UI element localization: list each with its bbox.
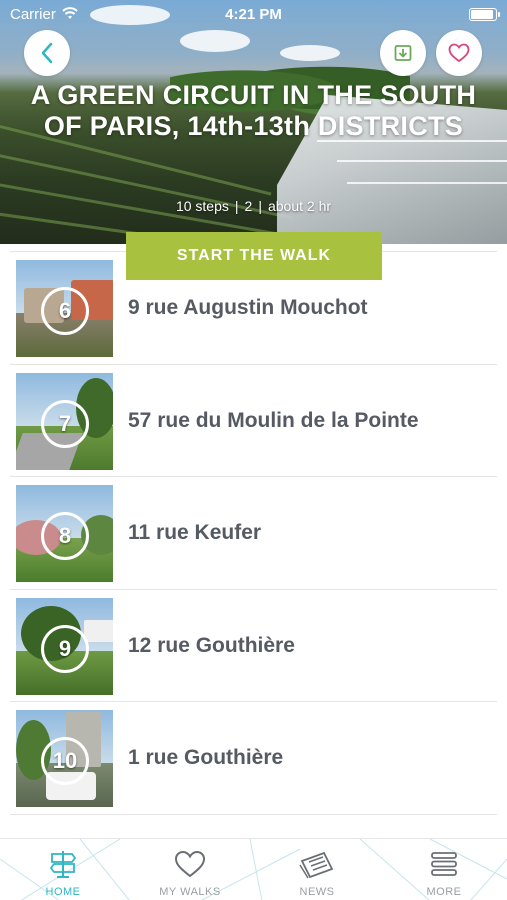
walk-duration: about 2 hr (267, 198, 332, 214)
step-number: 6 (41, 287, 89, 335)
step-number: 7 (41, 399, 89, 448)
tab-news-label: NEWS (299, 886, 335, 898)
step-item[interactable]: 8 11 rue Keufer (10, 477, 497, 590)
step-name: 12 rue Gouthière (128, 633, 295, 657)
step-thumbnail: 8 (16, 485, 113, 582)
step-thumbnail: 7 (16, 372, 113, 470)
step-name: 11 rue Keufer (128, 521, 262, 544)
walk-meta: 10 steps | 2 | about 2 hr (0, 198, 507, 214)
newspaper-icon (299, 851, 334, 879)
download-icon (394, 45, 412, 61)
heart-icon (174, 850, 206, 878)
step-name: 1 rue Gouthière (128, 746, 284, 769)
walk-difficulty: 2 (244, 198, 253, 214)
step-thumbnail: 6 (16, 260, 113, 357)
step-number: 9 (41, 624, 89, 673)
meta-separator: | (234, 198, 239, 214)
step-thumbnail: 10 (16, 710, 113, 807)
tab-news[interactable]: NEWS (254, 839, 380, 900)
step-name: 9 rue Augustin Mouchot (128, 296, 368, 319)
step-thumbnail: 9 (16, 597, 113, 695)
battery-level (471, 10, 493, 19)
step-number: 8 (41, 512, 89, 560)
tab-more-label: MORE (426, 886, 462, 898)
step-number: 10 (41, 737, 89, 785)
favorite-button[interactable] (436, 30, 482, 76)
back-button[interactable] (24, 30, 70, 76)
tab-my-walks[interactable]: MY WALKS (127, 839, 253, 900)
chevron-left-icon (41, 42, 53, 64)
walk-title: A GREEN CIRCUIT IN THE SOUTH OF PARIS, 1… (30, 80, 477, 141)
step-item[interactable]: 10 1 rue Gouthière (10, 702, 497, 815)
tab-home-label: HOME (45, 886, 81, 898)
meta-separator: | (258, 198, 262, 214)
tab-bar: HOME MY WALKS NEWS MORE (0, 838, 507, 900)
heart-icon (448, 43, 470, 63)
status-bar: Carrier 4:21 PM (0, 0, 507, 28)
hero-banner: Carrier 4:21 PM A GREEN CIRCUIT IN THE S… (0, 0, 507, 244)
tab-home[interactable]: HOME (0, 839, 126, 900)
start-walk-button[interactable]: START THE WALK (126, 232, 382, 280)
step-item[interactable]: 9 12 rue Gouthière (10, 590, 497, 702)
battery-icon (469, 8, 500, 21)
step-item[interactable]: 7 57 rue du Moulin de la Pointe (10, 365, 497, 477)
signpost-icon (49, 851, 77, 878)
steps-list: 6 9 rue Augustin Mouchot 7 57 rue du Mou… (0, 252, 507, 815)
tab-more[interactable]: MORE (381, 839, 507, 900)
download-button[interactable] (380, 30, 426, 76)
walk-steps-count: 10 steps (175, 198, 229, 214)
tab-my-walks-label: MY WALKS (159, 886, 221, 898)
status-time: 4:21 PM (225, 6, 282, 23)
step-name: 57 rue du Moulin de la Pointe (128, 408, 419, 432)
menu-icon (431, 852, 457, 876)
